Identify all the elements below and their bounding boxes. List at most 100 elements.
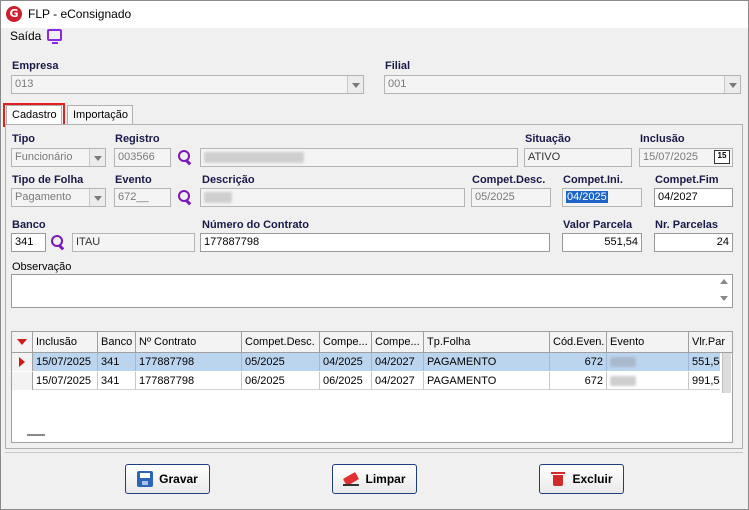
cell-compet-ini: 04/2025: [320, 353, 372, 371]
title-bar: G FLP - eConsignado: [0, 0, 749, 28]
empresa-select[interactable]: 013: [11, 75, 364, 94]
redacted-evento: [610, 357, 636, 367]
tab-cadastro[interactable]: Cadastro: [6, 105, 62, 124]
compet-fim-label: Compet.Fim: [655, 174, 719, 186]
valor-parcela-input[interactable]: 551,54: [562, 233, 642, 252]
banco-label: Banco: [12, 219, 46, 231]
tipo-select[interactable]: Funcionário: [11, 148, 106, 167]
compet-fim-input[interactable]: 04/2027: [654, 188, 733, 207]
sort-down-icon[interactable]: [17, 339, 27, 345]
cell-cod-evento: 672: [550, 372, 607, 390]
menu-bar: Saída: [0, 28, 749, 46]
chevron-down-icon[interactable]: [347, 76, 363, 93]
col-contrato[interactable]: Nº Contrato: [136, 332, 242, 352]
cell-cod-evento: 672: [550, 353, 607, 371]
tipo-folha-select[interactable]: Pagamento: [11, 188, 106, 207]
redacted-evento: [610, 376, 636, 386]
search-icon[interactable]: [50, 234, 66, 250]
filial-select[interactable]: 001: [384, 75, 741, 94]
cell-compet-desc: 05/2025: [242, 353, 320, 371]
save-icon: [137, 471, 154, 487]
compet-ini-field[interactable]: 04/2025: [562, 188, 642, 207]
app-logo-icon: G: [6, 6, 22, 22]
valor-parcela-label: Valor Parcela: [563, 219, 633, 231]
cell-vlr-parcela: 991,54: [692, 375, 720, 387]
grid-sort-cell[interactable]: [12, 332, 33, 352]
limpar-button[interactable]: Limpar: [332, 464, 417, 494]
cell-evento: [607, 353, 689, 371]
grid-header: Inclusão Banco Nº Contrato Compet.Desc. …: [12, 332, 732, 353]
col-vlr-parcela[interactable]: Vlr.Par: [689, 332, 732, 352]
cell-compet-ini: 06/2025: [320, 372, 372, 390]
chevron-down-icon[interactable]: [89, 149, 105, 166]
compet-ini-label: Compet.Ini.: [563, 174, 623, 186]
cell-contrato: 177887798: [136, 372, 242, 390]
limpar-label: Limpar: [365, 472, 406, 486]
banco-code-input[interactable]: 341: [11, 233, 46, 252]
calendar-icon[interactable]: 15: [714, 150, 730, 164]
gravar-label: Gravar: [159, 472, 198, 486]
monitor-icon[interactable]: [47, 29, 62, 44]
cell-evento: [607, 372, 689, 390]
compet-desc-field: 05/2025: [471, 188, 551, 207]
observacao-textarea[interactable]: [11, 274, 733, 308]
evento-input[interactable]: 672__: [114, 188, 171, 207]
inclusao-label: Inclusão: [640, 133, 685, 145]
col-compet-ini[interactable]: Compe...: [320, 332, 372, 352]
registro-input[interactable]: 003566: [114, 148, 171, 167]
grid-vertical-scrollbar[interactable]: [722, 353, 731, 393]
search-icon[interactable]: [177, 149, 193, 165]
eraser-icon: [343, 471, 360, 487]
redacted-name: [204, 152, 304, 163]
row-indicator: [12, 353, 33, 371]
chevron-down-icon[interactable]: [724, 76, 740, 93]
excluir-button[interactable]: Excluir: [539, 464, 624, 494]
cell-vlr-parcela: 551,54: [692, 356, 720, 368]
col-banco[interactable]: Banco: [98, 332, 136, 352]
tipo-value: Funcionário: [15, 151, 73, 163]
registro-name-field: [200, 148, 518, 167]
nr-parcelas-input[interactable]: 24: [654, 233, 733, 252]
gravar-button[interactable]: Gravar: [125, 464, 210, 494]
nr-parcelas-label: Nr. Parcelas: [655, 219, 718, 231]
cell-banco: 341: [98, 353, 136, 371]
filial-label: Filial: [385, 60, 411, 72]
cell-banco: 341: [98, 372, 136, 390]
scroll-down-icon[interactable]: [717, 292, 731, 306]
filial-value: 001: [388, 78, 407, 90]
descricao-label: Descrição: [202, 174, 255, 186]
contrato-label: Número do Contrato: [202, 219, 309, 231]
col-evento[interactable]: Evento: [607, 332, 689, 352]
col-compet-fim[interactable]: Compe...: [372, 332, 424, 352]
menu-item-saida[interactable]: Saída: [10, 28, 41, 44]
tipo-label: Tipo: [12, 133, 36, 145]
cell-compet-fim: 04/2027: [372, 353, 424, 371]
cell-tp-folha: PAGAMENTO: [424, 372, 550, 390]
tipo-folha-value: Pagamento: [15, 191, 72, 203]
descricao-field: [200, 188, 465, 207]
col-compet-desc[interactable]: Compet.Desc.: [242, 332, 320, 352]
scroll-up-icon[interactable]: [717, 275, 731, 289]
table-row[interactable]: 15/07/2025 341 177887798 06/2025 06/2025…: [12, 372, 720, 390]
col-cod-evento[interactable]: Cód.Even.: [550, 332, 607, 352]
empresa-label: Empresa: [12, 60, 59, 72]
contrato-input[interactable]: 177887798: [200, 233, 550, 252]
banco-name-field: ITAU: [72, 233, 195, 252]
search-icon[interactable]: [177, 189, 193, 205]
cell-tp-folha: PAGAMENTO: [424, 353, 550, 371]
row-indicator: [12, 372, 33, 390]
table-row[interactable]: 15/07/2025 341 177887798 05/2025 04/2025…: [12, 353, 720, 371]
compet-ini-value: 04/2025: [566, 191, 608, 203]
window-title: FLP - eConsignado: [28, 7, 132, 21]
col-inclusao[interactable]: Inclusão: [33, 332, 98, 352]
chevron-down-icon[interactable]: [89, 189, 105, 206]
grid-footer-handle: [27, 434, 45, 436]
tipo-folha-label: Tipo de Folha: [12, 174, 84, 186]
evento-label: Evento: [115, 174, 152, 186]
tab-importacao[interactable]: Importação: [67, 105, 133, 124]
contracts-grid[interactable]: Inclusão Banco Nº Contrato Compet.Desc. …: [11, 331, 733, 443]
situacao-label: Situação: [525, 133, 571, 145]
situacao-field: ATIVO: [524, 148, 632, 167]
col-tp-folha[interactable]: Tp.Folha: [424, 332, 550, 352]
cell-compet-desc: 06/2025: [242, 372, 320, 390]
